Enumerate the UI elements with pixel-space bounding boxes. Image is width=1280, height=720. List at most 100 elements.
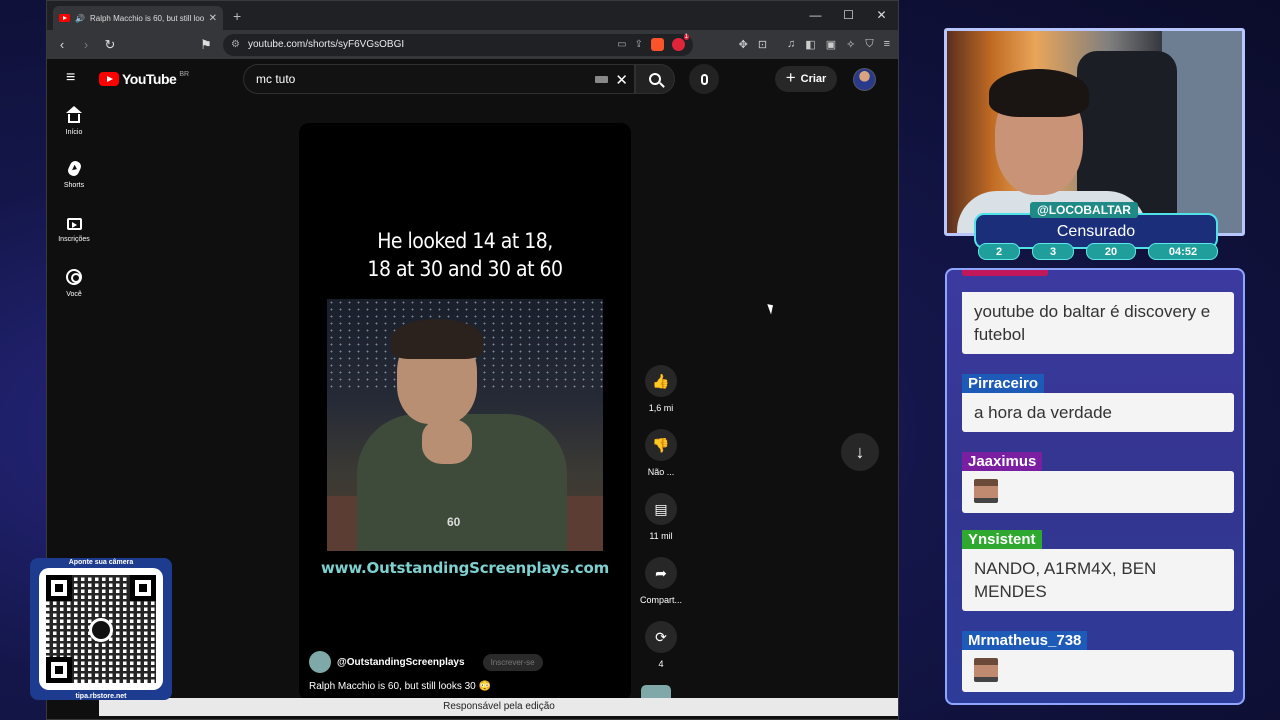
next-short-button[interactable]: ↓ [841,433,879,471]
share-icon[interactable]: ⇪ [635,39,643,50]
brave-rewards-icon[interactable] [672,34,689,51]
guide-item-shorts[interactable]: Shorts [47,159,101,215]
site-info-icon[interactable]: ⚙ [231,39,240,50]
channel-avatar[interactable] [309,651,331,673]
vpn-icon[interactable]: ⛉ [865,38,873,51]
youtube-logo[interactable]: YouTube BR [99,71,189,87]
subscribe-button[interactable]: Inscrever-se [482,653,543,671]
video-caption: He looked 14 at 18, 18 at 30 and 30 at 6… [299,227,631,283]
share-label: Compart... [639,595,682,605]
guide-item-you[interactable]: Você [47,269,101,323]
wallet-icon[interactable]: ▣ [826,38,836,51]
media-icon[interactable]: ♫ [787,38,795,51]
search-button[interactable] [635,64,675,94]
comments-action[interactable]: ▤ 11 mil [637,493,685,557]
close-window-button[interactable]: ✕ [865,1,898,30]
leo-ai-icon[interactable]: ✧ [846,38,855,51]
youtube-play-icon [99,72,119,86]
dislike-label: Não ... [647,467,675,477]
menu-icon[interactable]: ≡ [884,38,890,51]
create-button[interactable]: + Criar [775,66,837,92]
browser-toolbar: ‹ › ↻ ⚑ ⚙ youtube.com/shorts/syF6VGsOBGI… [47,30,898,59]
chat-username: Ynsistent [962,530,1042,549]
address-bar-actions: ▭ ⇪ [617,34,689,51]
stream-stat: 3 [1032,243,1074,260]
guide-item-home[interactable]: Início [47,106,101,161]
cast-icon[interactable]: ▭ [617,39,626,50]
arrow-down-icon: ↓ [855,441,865,462]
reload-icon[interactable]: ↻ [103,37,117,53]
search-icon [649,73,661,85]
comments-count: 11 mil [649,531,673,541]
minimize-button[interactable]: — [799,1,832,30]
tab-close-icon[interactable]: ✕ [209,13,217,24]
country-code: BR [179,70,190,78]
remix-icon[interactable]: ⟳ [645,621,677,653]
brave-shields-icon[interactable] [651,38,664,51]
bookmark-icon[interactable]: ⚑ [199,37,213,53]
chat-message-text: a hora da verdade [962,393,1234,432]
plus-icon: + [785,68,796,87]
audio-icon[interactable]: 🔊 [75,14,85,23]
stream-stat: 20 [1086,243,1136,260]
guide-label: Inscrições [58,236,90,243]
channel-name[interactable]: @OutstandingScreenplays [337,657,465,668]
clear-search-icon[interactable]: ✕ [615,71,628,89]
account-avatar[interactable] [853,68,876,91]
thumbs-down-icon[interactable]: 👎 [645,429,677,461]
back-icon[interactable]: ‹ [55,37,69,52]
maximize-button[interactable]: ☐ [832,1,865,30]
window-controls: — ☐ ✕ [799,1,898,30]
chat-message-body [962,471,1234,513]
search-input[interactable]: mc tuto ✕ [243,64,635,94]
address-bar[interactable]: ⚙ youtube.com/shorts/syF6VGsOBGI ▭ ⇪ [223,33,693,56]
chat-username: Pirraceiro [962,374,1045,393]
stream-stats: 2 3 20 04:52 [978,243,1218,260]
search-query[interactable]: mc tuto [256,72,295,86]
share-action[interactable]: ➦ Compart... [637,557,685,621]
youtube-page: ≡ YouTube BR mc tuto ✕ + Criar Início Sh… [47,59,898,719]
create-label: Criar [800,73,827,85]
tab-title: Ralph Macchio is 60, but still looks [89,13,204,23]
streamer-handle: @LOCOBALTAR [1030,202,1138,218]
dislike-action[interactable]: 👎 Não ... [637,429,685,493]
short-video-player[interactable]: He looked 14 at 18, 18 at 30 and 30 at 6… [299,123,631,701]
sidebar-icon[interactable]: ◧ [805,38,815,51]
thumbs-up-icon[interactable]: 👍 [645,365,677,397]
forward-icon[interactable]: › [79,37,93,52]
voice-search-button[interactable] [689,64,719,94]
hamburger-menu-icon[interactable]: ≡ [66,70,81,86]
face-emote-icon [974,479,998,503]
remix-action[interactable]: ⟳ 4 [637,621,685,685]
share-arrow-icon[interactable]: ➦ [645,557,677,589]
youtube-wordmark: YouTube [122,71,177,87]
comment-icon[interactable]: ▤ [645,493,677,525]
stream-status-text: Censurado [1056,223,1136,240]
person-hair [391,319,483,359]
new-tab-button[interactable]: + [233,8,241,24]
qr-top-text: Aponte sua câmera [68,559,134,566]
chat-overlay: youtube do baltar é discovery e futebol … [945,268,1245,705]
streamer-hair [989,69,1089,117]
you-icon [66,269,82,285]
browser-tab[interactable]: 🔊 Ralph Macchio is 60, but still looks ✕ [53,6,223,30]
screenshot-icon[interactable]: ⊡ [758,38,767,51]
editor-credit-bar: Responsável pela edição [99,698,898,716]
video-title[interactable]: Ralph Macchio is 60, but still looks 30 … [309,681,491,692]
chat-message-text: youtube do baltar é discovery e futebol [962,292,1234,354]
keyboard-icon[interactable] [595,76,608,83]
like-action[interactable]: 👍 1,6 mi [637,365,685,429]
guide-label: Você [66,291,82,298]
qr-finder-top-left [46,575,72,601]
chat-message: Jaaximus [962,452,1234,513]
subscriptions-icon [66,218,82,230]
mouse-cursor-icon [767,302,776,315]
extensions-icon[interactable]: ✥ [739,38,748,51]
like-count: 1,6 mi [648,403,674,413]
guide-item-subscriptions[interactable]: Inscrições [47,215,101,269]
qr-finder-bottom-left [46,657,72,683]
chat-message: Pirraceiro a hora da verdade [962,374,1234,432]
url-text[interactable]: youtube.com/shorts/syF6VGsOBGI [248,39,609,50]
clip-overlay-number: 60 [447,515,461,529]
remix-count: 4 [658,659,664,669]
